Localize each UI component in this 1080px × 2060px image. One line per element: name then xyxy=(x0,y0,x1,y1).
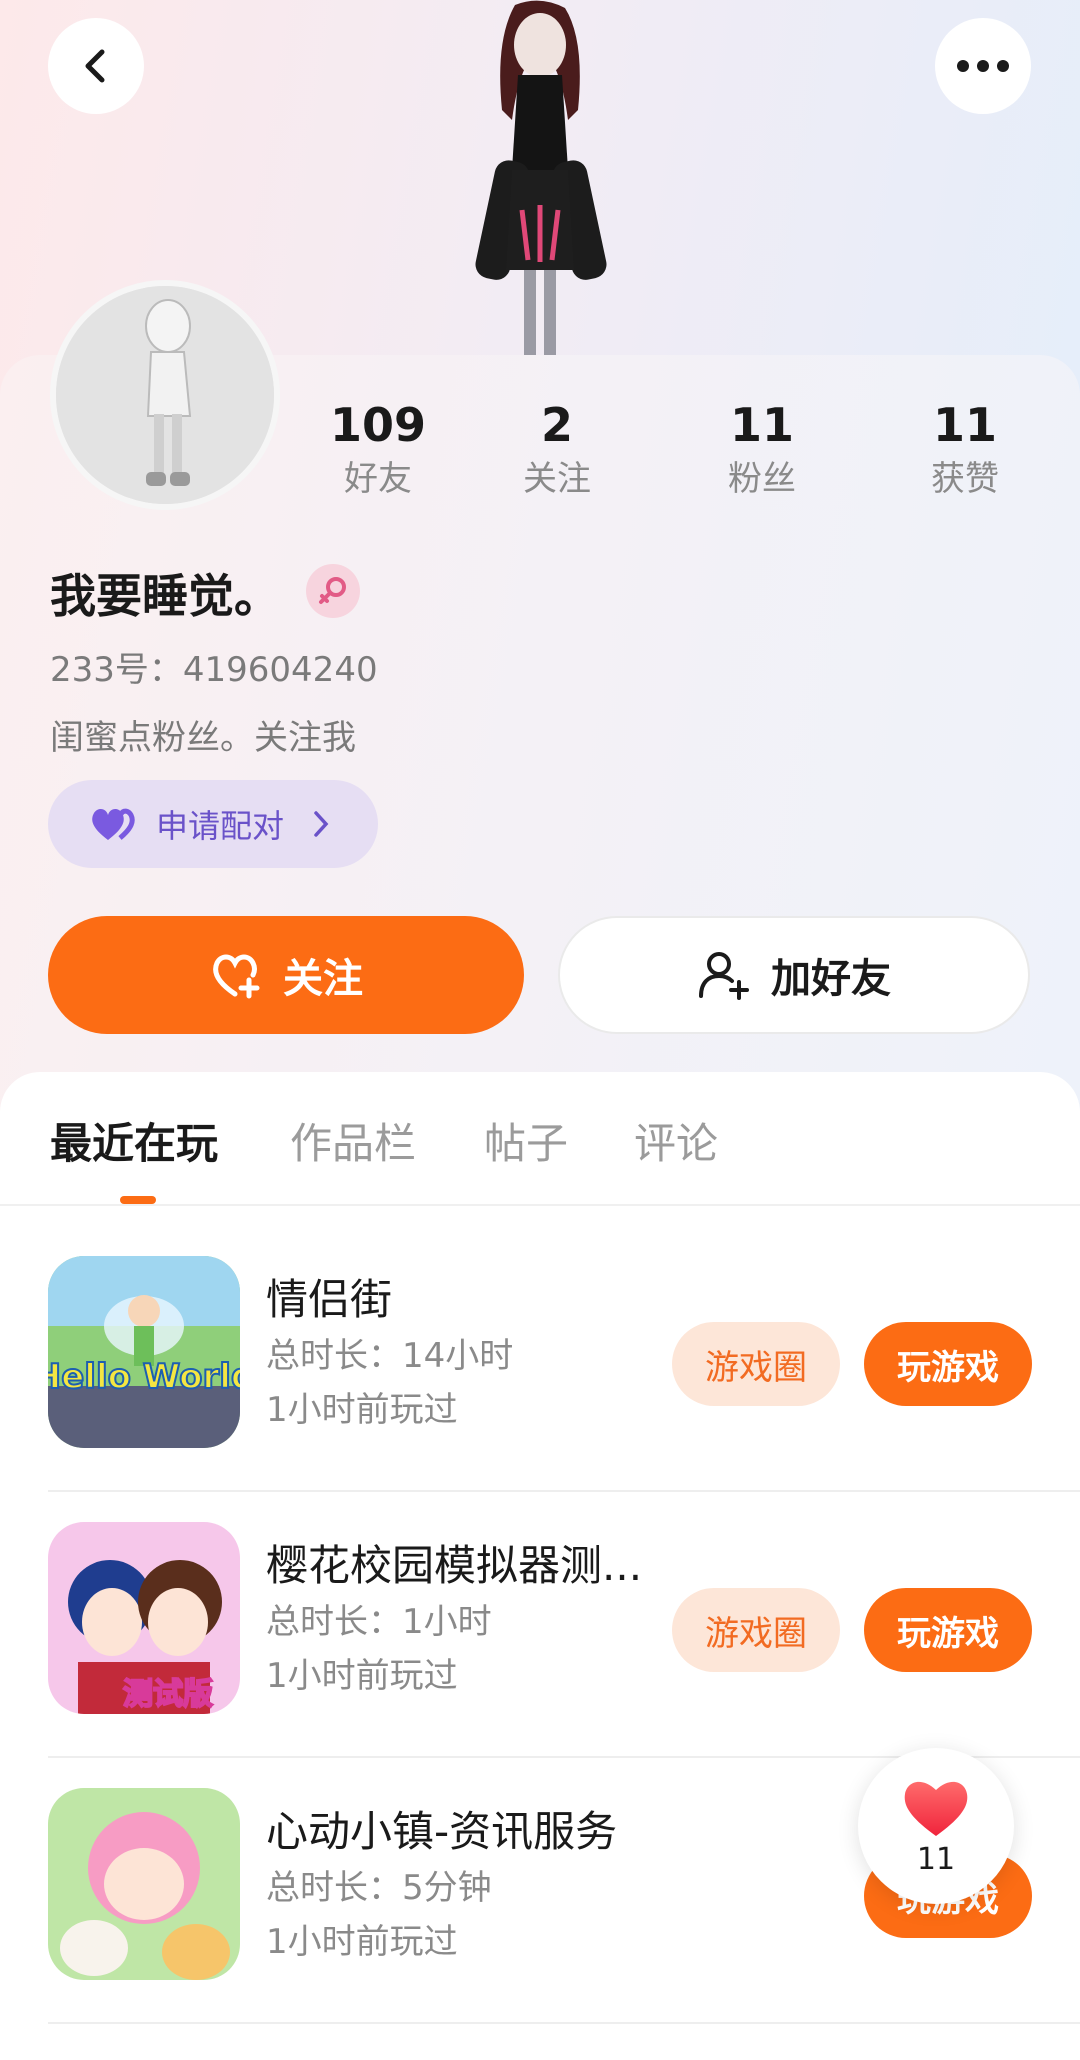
game-title: 心动小镇-资讯服务 xyxy=(266,1807,618,1856)
game-icon xyxy=(48,1788,240,1980)
like-count: 11 xyxy=(916,1841,956,1877)
game-duration: 总时长：5分钟 xyxy=(266,1868,492,1908)
game-duration: 总时长：1小时 xyxy=(266,1602,492,1642)
game-last-played: 1小时前玩过 xyxy=(266,1656,458,1696)
nickname: 我要睡觉。 xyxy=(50,569,280,623)
tab-divider xyxy=(0,1204,1080,1206)
play-game-button[interactable]: 玩游戏 xyxy=(864,1322,1032,1406)
game-title: 情侣街 xyxy=(266,1275,393,1324)
game-icon-text: 测试版 xyxy=(123,1677,213,1712)
back-button[interactable] xyxy=(48,18,144,114)
heart-icon xyxy=(904,1781,968,1836)
stat-friends[interactable]: 109 好友 xyxy=(298,395,458,503)
tab-recently-played[interactable]: 最近在玩 xyxy=(50,1110,218,1171)
stat-label: 关注 xyxy=(523,459,591,499)
stat-value: 11 xyxy=(932,398,997,452)
chevron-right-icon xyxy=(314,811,329,837)
user-id: 233号：419604240 xyxy=(50,650,378,690)
play-game-button[interactable]: 玩游戏 xyxy=(864,1588,1032,1672)
add-friend-button[interactable]: 加好友 xyxy=(558,916,1030,1034)
stat-likes[interactable]: 11 获赞 xyxy=(885,395,1045,503)
heart-plus-icon xyxy=(213,954,260,999)
stat-following[interactable]: 2 关注 xyxy=(477,395,637,503)
add-user-icon xyxy=(699,952,749,1000)
more-dots-icon xyxy=(957,60,1009,72)
stat-fans[interactable]: 11 粉丝 xyxy=(682,395,842,503)
game-icon-text: Hello World xyxy=(48,1357,240,1397)
game-last-played: 1小时前玩过 xyxy=(266,1922,458,1962)
tab-posts[interactable]: 帖子 xyxy=(484,1110,568,1171)
stat-value: 11 xyxy=(729,398,794,452)
pair-request-button[interactable]: 申请配对 xyxy=(48,780,378,868)
pair-hearts-icon xyxy=(92,808,135,840)
stat-label: 获赞 xyxy=(931,459,999,499)
stat-label: 好友 xyxy=(344,459,412,499)
add-friend-label: 加好友 xyxy=(771,956,891,1002)
female-icon xyxy=(306,564,360,618)
divider xyxy=(48,2022,1080,2024)
avatar-3d-figure xyxy=(475,0,607,355)
pair-request-label: 申请配对 xyxy=(156,807,285,845)
stat-label: 粉丝 xyxy=(728,459,796,499)
tab-indicator xyxy=(120,1196,156,1204)
tab-works[interactable]: 作品栏 xyxy=(290,1110,416,1171)
game-icon: Hello World xyxy=(48,1256,240,1448)
game-last-played: 1小时前玩过 xyxy=(266,1390,458,1430)
game-icon: 测试版 xyxy=(48,1522,240,1714)
game-title: 樱花校园模拟器测... xyxy=(266,1541,643,1590)
like-floating-button[interactable]: 11 xyxy=(858,1748,1014,1904)
game-circle-button[interactable]: 游戏圈 xyxy=(672,1588,840,1672)
game-duration: 总时长：14小时 xyxy=(266,1336,514,1376)
stat-value: 109 xyxy=(329,398,427,452)
avatar[interactable] xyxy=(50,280,280,510)
follow-label: 关注 xyxy=(283,956,363,1002)
more-options-button[interactable] xyxy=(935,18,1031,114)
list-item[interactable]: Hello World 情侣街 总时长：14小时 1小时前玩过 游戏圈 玩游戏 xyxy=(0,1226,1080,1492)
bio: 闺蜜点粉丝。关注我 xyxy=(50,718,356,758)
stat-value: 2 xyxy=(540,398,573,452)
game-circle-button[interactable]: 游戏圈 xyxy=(672,1322,840,1406)
tab-comments[interactable]: 评论 xyxy=(634,1110,718,1171)
chevron-left-icon xyxy=(85,49,105,83)
avatar-figure xyxy=(56,286,274,504)
follow-button[interactable]: 关注 xyxy=(48,916,524,1034)
list-item[interactable]: 测试版 樱花校园模拟器测... 总时长：1小时 1小时前玩过 游戏圈 玩游戏 xyxy=(0,1492,1080,1758)
